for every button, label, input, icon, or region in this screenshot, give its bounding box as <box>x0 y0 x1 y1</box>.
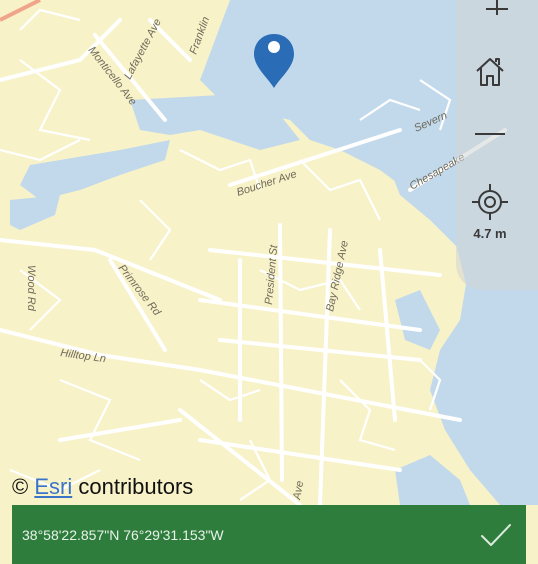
crosshair-icon <box>472 184 508 220</box>
confirm-location-button[interactable] <box>466 505 526 564</box>
copyright-symbol: © <box>12 474 29 499</box>
gps-accuracy: 4.7 m <box>473 226 507 241</box>
map-attribution: © Esri contributors <box>12 474 193 500</box>
map-controls: 4.7 m <box>456 0 538 290</box>
esri-link[interactable]: Esri <box>34 474 72 499</box>
zoom-in-button[interactable] <box>456 0 538 20</box>
edge-strip-right <box>526 505 538 564</box>
edge-strip-left <box>0 505 12 564</box>
coordinates-readout: 38°58'22.857"N 76°29'31.153"W <box>22 526 224 543</box>
home-icon <box>476 58 504 86</box>
map-view[interactable]: Monticello Ave Lafayette Ave Franklin Bo… <box>0 0 538 505</box>
map-screen: Monticello Ave Lafayette Ave Franklin Bo… <box>0 0 538 564</box>
locate-button[interactable] <box>456 182 524 222</box>
minus-icon <box>475 133 505 135</box>
zoom-out-button[interactable] <box>456 120 524 148</box>
plus-icon <box>486 0 508 15</box>
attribution-suffix: contributors <box>78 474 194 499</box>
home-button[interactable] <box>456 52 524 92</box>
checkmark-icon <box>481 523 511 546</box>
label-wood: Wood Rd <box>25 265 37 312</box>
location-bar: 38°58'22.857"N 76°29'31.153"W <box>12 505 526 564</box>
